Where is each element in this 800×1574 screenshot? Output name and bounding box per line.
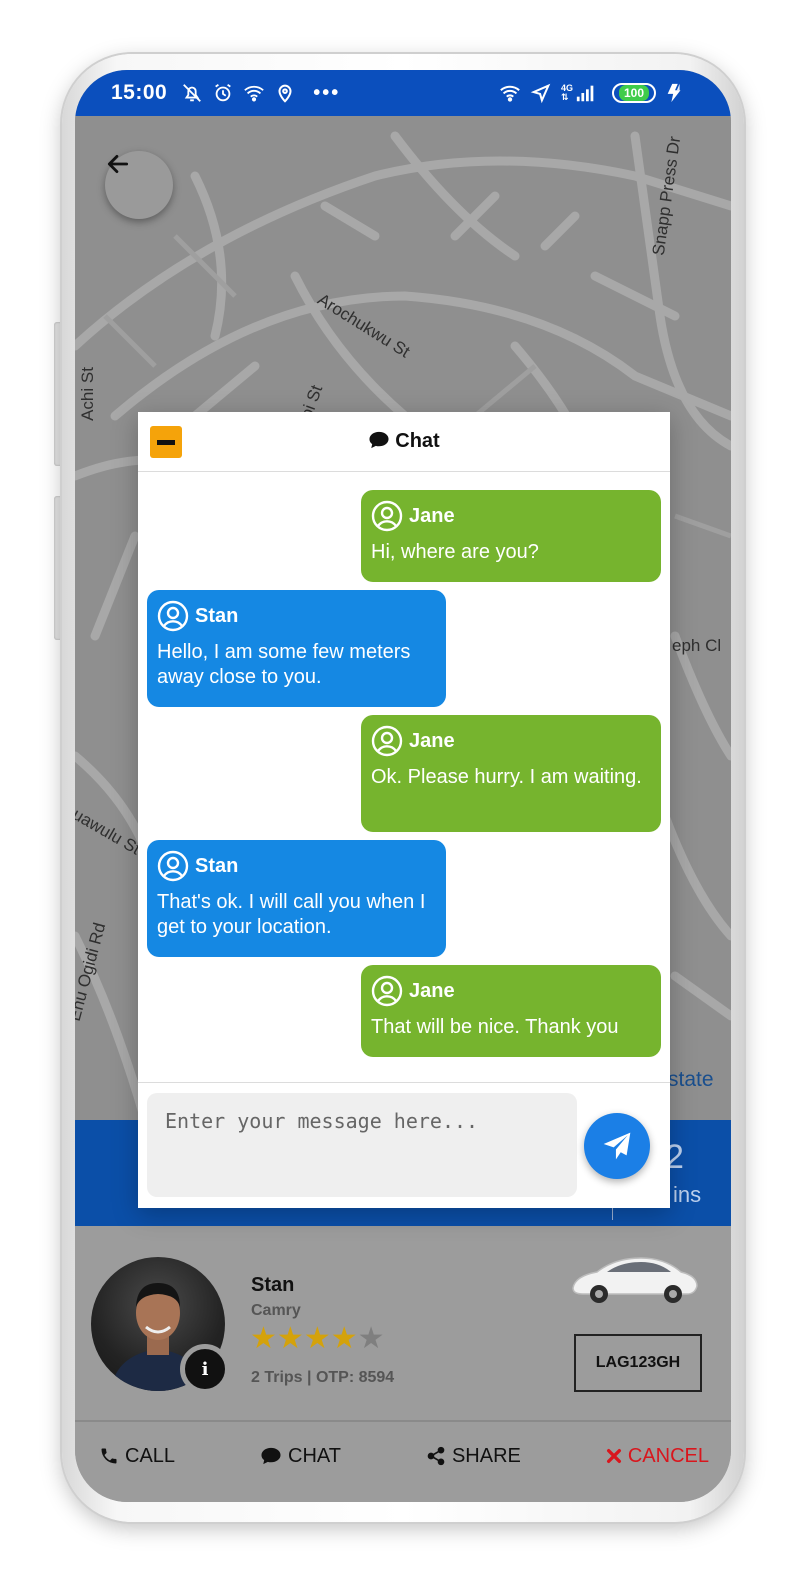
network-arrows-label: ⇅ xyxy=(560,92,569,102)
navigation-arrow-icon xyxy=(530,83,551,104)
status-more-dots: ••• xyxy=(313,81,341,104)
message-text: That's ok. I will call you when I get to… xyxy=(157,891,426,938)
cancel-button[interactable]: CANCEL xyxy=(606,1445,709,1468)
back-button[interactable] xyxy=(105,151,173,219)
sender-name: Jane xyxy=(409,504,455,527)
driver-name: Stan xyxy=(251,1274,295,1296)
sender-name: Jane xyxy=(409,729,455,752)
message-text: Hi, where are you? xyxy=(371,541,539,563)
bell-off-icon xyxy=(183,84,202,102)
map-label-achi: Achi St xyxy=(77,367,97,421)
battery-indicator: 100 xyxy=(611,83,656,103)
driver-trips-otp: 2 Trips | OTP: 8594 xyxy=(251,1369,395,1386)
star-filled-icon: ★ xyxy=(303,1321,331,1356)
status-right-group: 4G ⇅ 100 xyxy=(499,82,695,104)
user-circle-icon xyxy=(157,850,189,882)
chat-message: Stan That's ok. I will call you when I g… xyxy=(147,840,446,957)
chat-message: Jane That will be nice. Thank you xyxy=(361,965,661,1057)
wifi-icon xyxy=(500,85,520,102)
phone-side-button-lower xyxy=(54,496,62,640)
message-text: That will be nice. Thank you xyxy=(371,1016,619,1038)
message-text: Ok. Please hurry. I am waiting. xyxy=(371,766,642,788)
driver-car-model: Camry xyxy=(251,1302,301,1319)
chat-title-text: Chat xyxy=(395,430,440,452)
chat-bubble-icon xyxy=(260,1446,282,1466)
driver-rating: ★ ★ ★ ★ ★ xyxy=(250,1324,385,1354)
message-sender: Jane xyxy=(371,725,651,757)
call-label: CALL xyxy=(125,1444,176,1467)
alarm-icon xyxy=(215,83,232,102)
phone-side-button-upper xyxy=(54,322,62,466)
sender-name: Stan xyxy=(195,854,239,877)
phone-icon xyxy=(99,1446,119,1466)
cancel-label: CANCEL xyxy=(627,1444,709,1467)
charging-bolt-icon xyxy=(667,83,681,103)
message-text: Hello, I am some few meters away close t… xyxy=(157,641,411,688)
send-button[interactable] xyxy=(584,1113,650,1179)
message-sender: Stan xyxy=(157,850,436,882)
share-button[interactable]: SHARE xyxy=(426,1445,521,1468)
message-sender: Jane xyxy=(371,500,651,532)
star-empty-icon: ★ xyxy=(357,1321,385,1356)
share-label: SHARE xyxy=(451,1444,521,1467)
chat-button[interactable]: CHAT xyxy=(260,1445,341,1468)
chat-modal: Chat Jane Hi, where are you? Stan Hello,… xyxy=(138,412,670,1208)
sender-name: Jane xyxy=(409,979,455,1002)
eta-unit: ins xyxy=(673,1182,702,1207)
battery-level: 100 xyxy=(618,85,649,101)
star-filled-icon: ★ xyxy=(250,1321,277,1356)
driver-info-button[interactable]: i xyxy=(180,1344,230,1394)
license-plate: LAG123GH xyxy=(574,1334,702,1392)
chat-title: Chat xyxy=(138,430,670,453)
message-sender: Stan xyxy=(157,600,436,632)
chat-label: CHAT xyxy=(288,1444,341,1467)
map-label-eph-cl: eph Cl xyxy=(672,636,722,655)
status-time: 15:00 xyxy=(111,81,168,104)
star-filled-icon: ★ xyxy=(330,1321,358,1356)
message-input[interactable] xyxy=(147,1093,577,1197)
send-plane-icon xyxy=(603,1132,631,1160)
map-label-state: state xyxy=(668,1068,714,1091)
user-circle-icon xyxy=(157,600,189,632)
star-filled-icon: ★ xyxy=(276,1321,304,1356)
driver-panel: i Stan Camry ★ ★ ★ ★ ★ 2 Trips | OTP: 8594 L… xyxy=(75,1226,731,1420)
call-button[interactable]: CALL xyxy=(99,1445,175,1468)
signal-bars-icon xyxy=(576,85,594,102)
message-sender: Jane xyxy=(371,975,651,1007)
network-type: 4G ⇅ xyxy=(561,84,573,102)
arrow-left-icon xyxy=(107,155,129,173)
chat-message: Jane Ok. Please hurry. I am waiting. xyxy=(361,715,661,832)
share-icon xyxy=(426,1446,446,1466)
user-circle-icon xyxy=(371,725,403,757)
info-icon: i xyxy=(201,1358,209,1380)
location-pin-icon xyxy=(278,84,292,103)
chat-message: Stan Hello, I am some few meters away cl… xyxy=(147,590,446,707)
user-circle-icon xyxy=(371,500,403,532)
action-bar: CALL CHAT SHARE CANCEL xyxy=(75,1420,731,1502)
close-icon xyxy=(606,1448,622,1464)
chat-bubble-icon xyxy=(369,431,389,449)
sender-name: Stan xyxy=(195,604,239,627)
chat-message: Jane Hi, where are you? xyxy=(361,490,661,582)
wifi-calling-icon xyxy=(244,85,264,102)
user-circle-icon xyxy=(371,975,403,1007)
car-image xyxy=(572,1257,698,1303)
status-bar: 15:00 ••• 4G ⇅ 100 xyxy=(75,70,731,116)
chat-header: Chat xyxy=(138,412,670,472)
chat-footer xyxy=(138,1082,670,1208)
